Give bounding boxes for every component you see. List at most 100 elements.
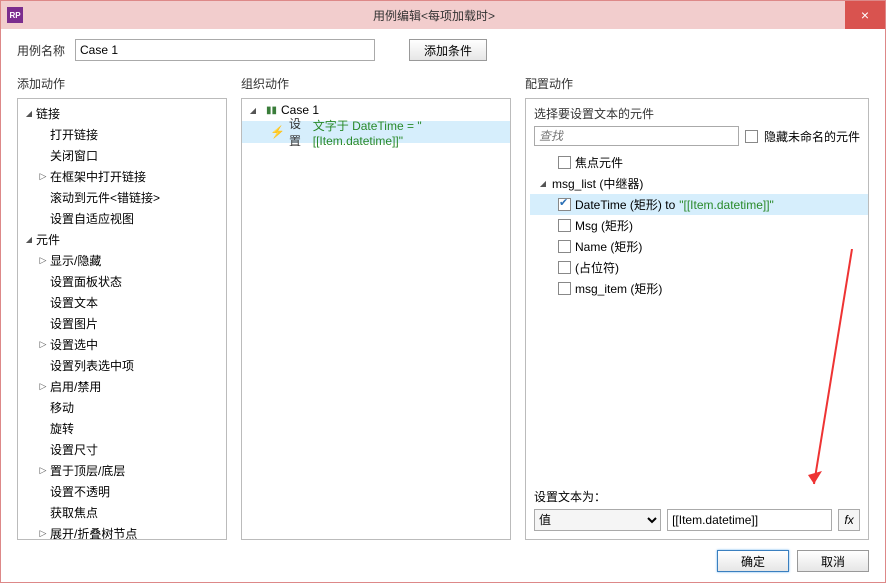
chevron-right-icon — [38, 381, 48, 392]
action-text: 文字于 DateTime = "[[Item.datetime]]" — [313, 117, 510, 148]
tree-item[interactable]: 元件 — [18, 229, 226, 250]
content: 用例名称 添加条件 添加动作 链接打开链接关闭窗口在框架中打开链接滚动到元件<错… — [1, 29, 885, 540]
fx-button[interactable]: fx — [838, 509, 860, 531]
hide-unnamed-checkbox[interactable] — [745, 130, 758, 143]
case-editor-window: RP 用例编辑<每项加载时> × 用例名称 添加条件 添加动作 链接打开链接关闭… — [0, 0, 886, 583]
action-tree[interactable]: 链接打开链接关闭窗口在框架中打开链接滚动到元件<错链接> 设置自适应视图元件显示/… — [18, 99, 226, 540]
widget-row[interactable]: 焦点元件 — [530, 152, 868, 173]
add-condition-button[interactable]: 添加条件 — [409, 39, 487, 61]
widget-checkbox[interactable] — [558, 282, 571, 295]
widget-checkbox[interactable] — [558, 240, 571, 253]
tree-item-label: 启用/禁用 — [48, 378, 101, 395]
tree-item[interactable]: 链接 — [18, 103, 226, 124]
widget-row[interactable]: msg_list (中继器) — [530, 173, 868, 194]
widget-checkbox[interactable] — [558, 198, 571, 211]
tree-item-label: 设置选中 — [48, 336, 98, 353]
search-input[interactable] — [534, 126, 739, 146]
widget-row[interactable]: msg_item (矩形) — [530, 278, 868, 299]
widget-label: 焦点元件 — [575, 154, 623, 171]
tree-item-label: 设置尺寸 — [48, 441, 98, 458]
tree-item[interactable]: 设置选中 — [18, 334, 226, 355]
tree-item[interactable]: 置于顶层/底层 — [18, 460, 226, 481]
set-text-section: 设置文本为： 值 fx — [534, 488, 860, 531]
widget-label: msg_list (中继器) — [552, 175, 643, 192]
widget-row[interactable]: DateTime (矩形) to "[[Item.datetime]]" — [530, 194, 868, 215]
tree-item-label: 打开链接 — [48, 126, 98, 143]
tree-item-label: 显示/隐藏 — [48, 252, 101, 269]
configure-panel: 选择要设置文本的元件 隐藏未命名的元件 焦点元件 msg_list (中继器) Da… — [525, 98, 869, 540]
chevron-down-icon — [24, 234, 34, 245]
tree-item[interactable]: 设置面板状态 — [18, 271, 226, 292]
app-icon: RP — [7, 7, 23, 23]
widget-label: Name (矩形) — [575, 238, 642, 255]
tree-item-label: 设置文本 — [48, 294, 98, 311]
chevron-right-icon — [38, 339, 48, 350]
tree-item-label: 移动 — [48, 399, 74, 416]
tree-item-label: 关闭窗口 — [48, 147, 98, 164]
tree-item-label: 在框架中打开链接 — [48, 168, 146, 185]
add-action-label: 添加动作 — [17, 75, 227, 92]
set-text-label: 设置文本为： — [534, 488, 860, 505]
widget-value: "[[Item.datetime]]" — [679, 198, 774, 212]
chevron-right-icon — [38, 528, 48, 539]
action-prefix: 设置 — [289, 115, 313, 149]
select-widget-label: 选择要设置文本的元件 — [534, 105, 868, 122]
tree-item[interactable]: 设置列表选中项 — [18, 355, 226, 376]
case-name-label: 用例名称 — [17, 42, 65, 59]
cancel-button[interactable]: 取消 — [797, 550, 869, 572]
action-row[interactable]: ⚡ 设置 文字于 DateTime = "[[Item.datetime]]" — [242, 121, 510, 143]
tree-item[interactable]: 滚动到元件<错链接> — [18, 187, 226, 208]
widget-checkbox[interactable] — [558, 261, 571, 274]
organize-action-label: 组织动作 — [241, 75, 511, 92]
window-title: 用例编辑<每项加载时> — [23, 7, 845, 24]
titlebar: RP 用例编辑<每项加载时> × — [1, 1, 885, 29]
add-action-column: 添加动作 链接打开链接关闭窗口在框架中打开链接滚动到元件<错链接> 设置自适应视图… — [17, 75, 227, 540]
tree-item[interactable]: 关闭窗口 — [18, 145, 226, 166]
tree-item-label: 滚动到元件<错链接> — [48, 189, 160, 206]
organize-panel: ▮▮ Case 1 ⚡ 设置 文字于 DateTime = "[[Item.da… — [241, 98, 511, 540]
value-type-select[interactable]: 值 — [534, 509, 661, 531]
widget-row[interactable]: Msg (矩形) — [530, 215, 868, 236]
tree-item[interactable]: 打开链接 — [18, 124, 226, 145]
chevron-right-icon — [38, 255, 48, 266]
tree-item[interactable]: 旋转 — [18, 418, 226, 439]
tree-item[interactable]: 设置自适应视图 — [18, 208, 226, 229]
configure-action-column: 配置动作 选择要设置文本的元件 隐藏未命名的元件 焦点元件 msg_list (中… — [525, 75, 869, 540]
value-input[interactable] — [667, 509, 832, 531]
widget-label: DateTime (矩形) to — [575, 196, 675, 213]
tree-item-label: 设置列表选中项 — [48, 357, 134, 374]
dialog-buttons: 确定 取消 — [717, 550, 869, 572]
tree-item[interactable]: 获取焦点 — [18, 502, 226, 523]
case-name-row: 用例名称 添加条件 — [17, 39, 869, 61]
chevron-right-icon — [38, 171, 48, 182]
widget-checkbox[interactable] — [558, 156, 571, 169]
widget-row[interactable]: Name (矩形) — [530, 236, 868, 257]
case-name-input[interactable] — [75, 39, 375, 61]
tree-item[interactable]: 设置文本 — [18, 292, 226, 313]
tree-item[interactable]: 在框架中打开链接 — [18, 166, 226, 187]
tree-item[interactable]: 设置图片 — [18, 313, 226, 334]
ok-button[interactable]: 确定 — [717, 550, 789, 572]
tree-item[interactable]: 展开/折叠树节点 — [18, 523, 226, 540]
widget-checkbox[interactable] — [558, 219, 571, 232]
bolt-icon: ⚡ — [270, 125, 285, 139]
tree-item[interactable]: 启用/禁用 — [18, 376, 226, 397]
hide-unnamed-label: 隐藏未命名的元件 — [764, 128, 860, 145]
chevron-right-icon — [38, 465, 48, 476]
widget-tree[interactable]: 焦点元件 msg_list (中继器) DateTime (矩形) to "[[It… — [526, 152, 868, 299]
close-button[interactable]: × — [845, 1, 885, 29]
tree-item[interactable]: 显示/隐藏 — [18, 250, 226, 271]
tree-item-label: 元件 — [34, 231, 60, 248]
tree-item[interactable]: 设置尺寸 — [18, 439, 226, 460]
tree-item[interactable]: 设置不透明 — [18, 481, 226, 502]
widget-row[interactable]: (占位符) — [530, 257, 868, 278]
chevron-down-icon — [538, 178, 548, 189]
tree-item-label: 设置面板状态 — [48, 273, 122, 290]
configure-action-label: 配置动作 — [525, 75, 869, 92]
tree-item-label: 链接 — [34, 105, 60, 122]
tree-item[interactable]: 移动 — [18, 397, 226, 418]
tree-item-label: 展开/折叠树节点 — [48, 525, 137, 540]
search-row: 隐藏未命名的元件 — [526, 126, 868, 152]
tree-item-label: 设置自适应视图 — [48, 210, 134, 227]
columns: 添加动作 链接打开链接关闭窗口在框架中打开链接滚动到元件<错链接> 设置自适应视图… — [17, 75, 869, 540]
